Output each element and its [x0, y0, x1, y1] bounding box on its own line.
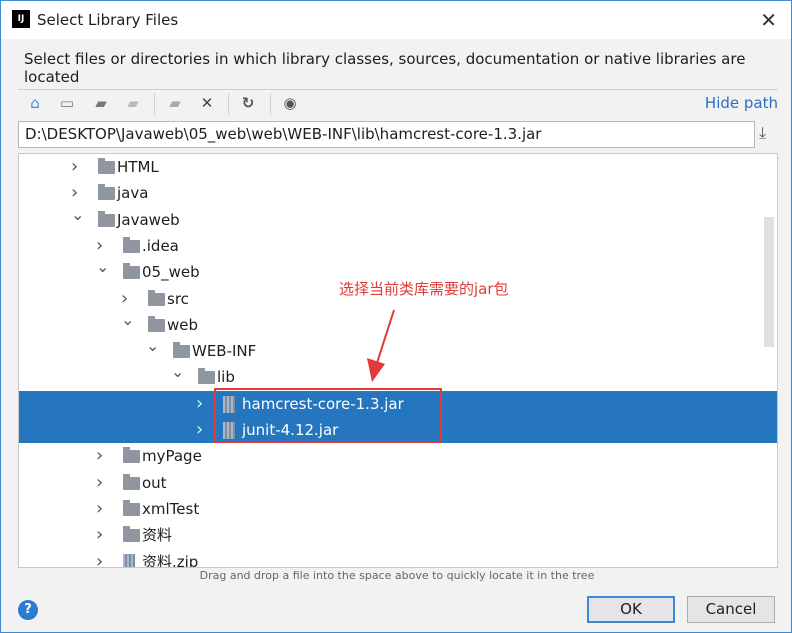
- chevron-right-icon[interactable]: ›: [96, 496, 108, 522]
- scrollbar-thumb[interactable]: [764, 217, 774, 347]
- tree-item[interactable]: ⌄ Javaweb: [19, 205, 777, 233]
- drag-drop-hint: Drag and drop a file into the space abov…: [199, 569, 595, 582]
- folder-icon: [123, 236, 140, 253]
- download-icon[interactable]: ⤓: [759, 123, 766, 143]
- folder-icon: [98, 210, 115, 227]
- chevron-right-icon[interactable]: ›: [71, 154, 83, 180]
- tree-item-label: Javaweb: [117, 210, 180, 229]
- tree-item-label: java: [117, 184, 149, 203]
- tree-item[interactable]: › myPage: [19, 443, 777, 469]
- path-input[interactable]: D:\DESKTOP\Javaweb\05_web\web\WEB-INF\li…: [18, 121, 755, 148]
- tree-item[interactable]: › xmlTest: [19, 496, 777, 522]
- module-folder-icon[interactable]: ▰: [122, 94, 144, 114]
- folder-icon: [98, 158, 115, 174]
- ok-button[interactable]: OK: [587, 596, 675, 623]
- tree-item-label: 05_web: [142, 263, 200, 282]
- chevron-right-icon[interactable]: ›: [196, 391, 208, 417]
- title-bar: IJ Select Library Files ✕: [1, 1, 791, 39]
- help-button[interactable]: ?: [18, 600, 38, 620]
- close-icon[interactable]: ✕: [760, 8, 777, 32]
- chevron-right-icon[interactable]: ›: [196, 417, 208, 443]
- folder-icon: [123, 447, 140, 464]
- show-hidden-icon[interactable]: ◉: [279, 94, 301, 114]
- chevron-right-icon[interactable]: ›: [96, 443, 108, 469]
- chevron-right-icon[interactable]: ›: [96, 549, 108, 568]
- tree-item-label: src: [167, 289, 189, 308]
- chevron-right-icon[interactable]: ›: [96, 233, 108, 259]
- folder-icon: [123, 263, 140, 280]
- tree-item[interactable]: › 资料: [19, 522, 777, 548]
- folder-icon: [173, 342, 190, 359]
- divider: [154, 93, 155, 115]
- tree-item-label: web: [167, 315, 199, 334]
- tree-item-label: 资料.zip: [142, 552, 199, 568]
- toolbar: ⌂ ▭ ▰ ▰ ▰ ✕ ↻ ◉ Hide path: [18, 89, 778, 117]
- tree-item-label: HTML: [117, 158, 159, 176]
- tree-item[interactable]: › .idea: [19, 233, 777, 259]
- dialog-description: Select files or directories in which lib…: [24, 50, 746, 86]
- refresh-icon[interactable]: ↻: [237, 94, 259, 114]
- tree-item[interactable]: › out: [19, 470, 777, 496]
- chevron-right-icon[interactable]: ›: [121, 286, 133, 312]
- folder-icon: [123, 499, 140, 516]
- annotation-highlight-box: [214, 388, 442, 443]
- select-library-files-dialog: IJ Select Library Files ✕ Select files o…: [0, 0, 792, 633]
- hide-path-link[interactable]: Hide path: [705, 94, 778, 112]
- tree-item-label: WEB-INF: [192, 342, 257, 361]
- folder-icon: [198, 368, 215, 385]
- dialog-title: Select Library Files: [37, 11, 179, 29]
- chevron-right-icon[interactable]: ›: [96, 522, 108, 548]
- annotation-text: 选择当前类库需要的jar包: [339, 280, 509, 298]
- tree-item-label: xmlTest: [142, 499, 200, 518]
- folder-icon: [123, 473, 140, 490]
- tree-item[interactable]: › HTML: [19, 154, 777, 180]
- folder-icon: [148, 315, 165, 332]
- cancel-button[interactable]: Cancel: [687, 596, 775, 623]
- home-icon[interactable]: ⌂: [24, 94, 46, 114]
- project-folder-icon[interactable]: ▰: [90, 94, 112, 114]
- desktop-icon[interactable]: ▭: [56, 94, 78, 114]
- tree-item[interactable]: › 资料.zip: [19, 549, 777, 568]
- tree-item-label: out: [142, 473, 167, 492]
- divider: [270, 93, 271, 115]
- folder-icon: [123, 526, 140, 543]
- tree-item-label: 资料: [142, 526, 173, 545]
- tree-item[interactable]: › java: [19, 180, 777, 206]
- jar-file-icon: [123, 553, 135, 567]
- tree-item-label: myPage: [142, 447, 202, 466]
- new-folder-icon[interactable]: ▰: [164, 94, 186, 114]
- chevron-right-icon[interactable]: ›: [96, 470, 108, 496]
- folder-icon: [98, 184, 115, 201]
- tree-item-label: .idea: [142, 236, 179, 255]
- chevron-right-icon[interactable]: ›: [71, 180, 83, 206]
- tree-item-label: lib: [217, 368, 235, 387]
- folder-icon: [148, 289, 165, 306]
- delete-icon[interactable]: ✕: [196, 94, 218, 114]
- annotation-arrow: [367, 309, 395, 382]
- intellij-icon: IJ: [12, 10, 30, 28]
- divider: [228, 93, 229, 115]
